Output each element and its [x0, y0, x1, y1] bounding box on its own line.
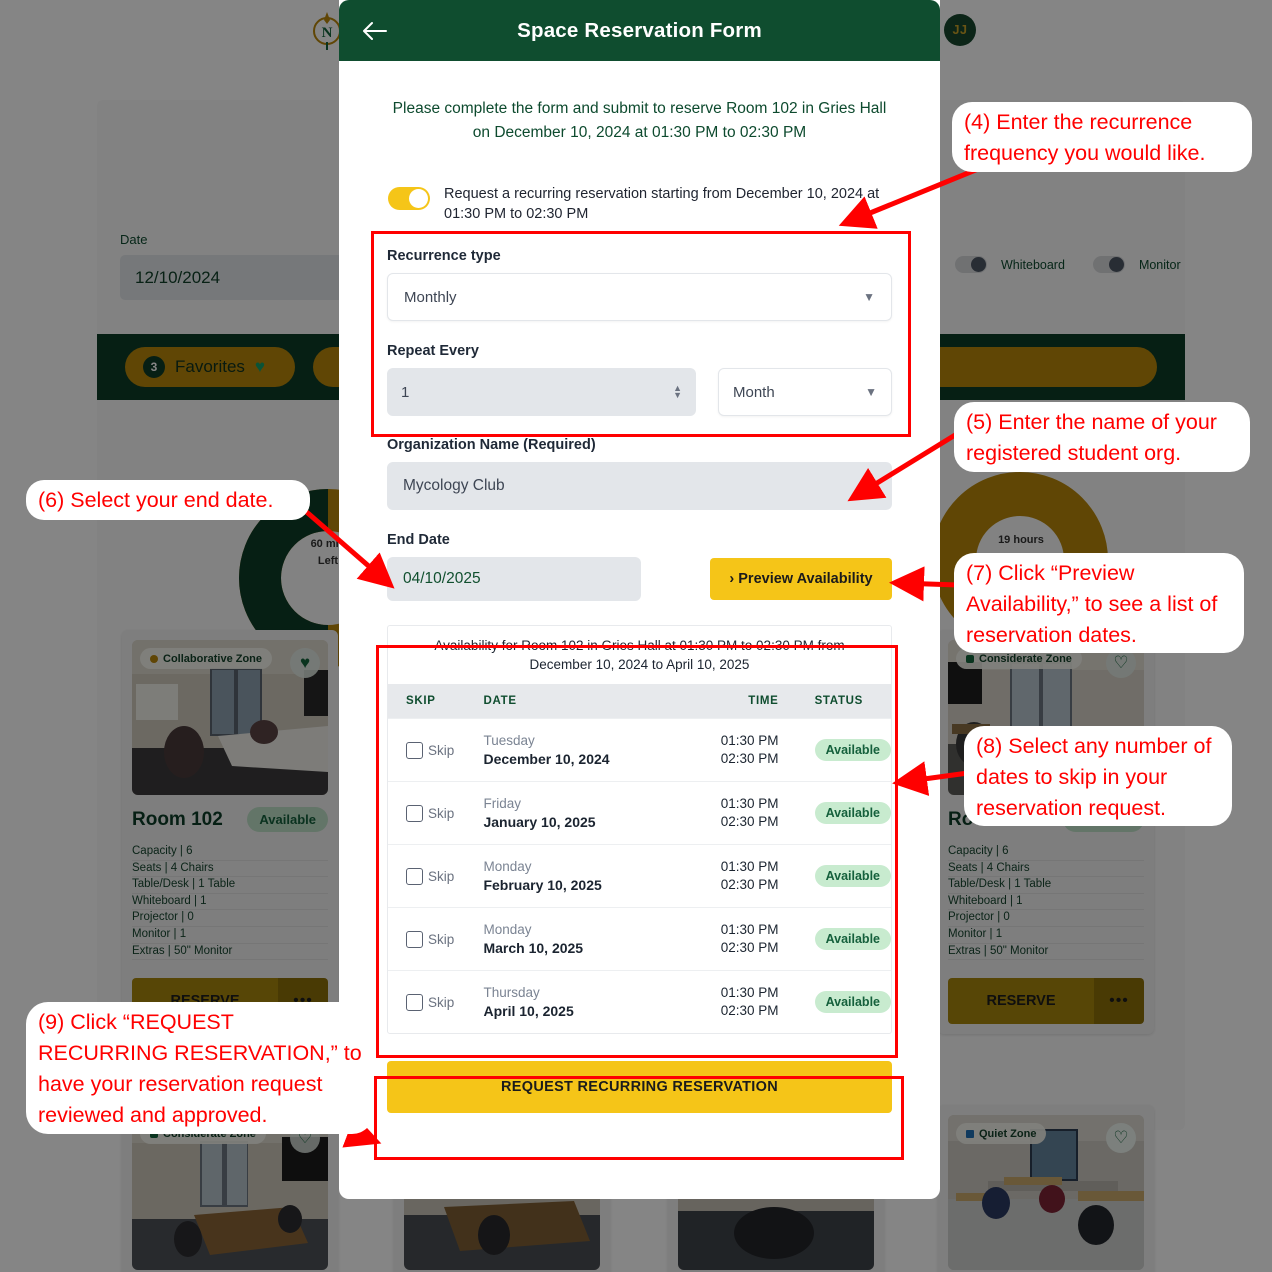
screenshot-root: N JJ Date 12/10/2024 3 Favorites ♥ Reser… — [0, 0, 1272, 1272]
callout-step-7: (7) Click “Preview Availability,” to see… — [952, 551, 1246, 658]
callout-step-8: (8) Select any number of dates to skip i… — [962, 724, 1234, 831]
callout-step-5: (5) Enter the name of your registered st… — [952, 400, 1252, 476]
callout-text: (6) Select your end date. — [38, 488, 274, 512]
callout-step-4: (4) Enter the recurrence frequency you w… — [950, 100, 1254, 176]
callout-step-9: (9) Click “REQUEST RECURRING RESERVATION… — [24, 1000, 376, 1138]
callout-text: (5) Enter the name of your registered st… — [966, 410, 1217, 465]
callout-text: (4) Enter the recurrence frequency you w… — [964, 110, 1206, 165]
callout-step-6: (6) Select your end date. — [24, 478, 312, 523]
